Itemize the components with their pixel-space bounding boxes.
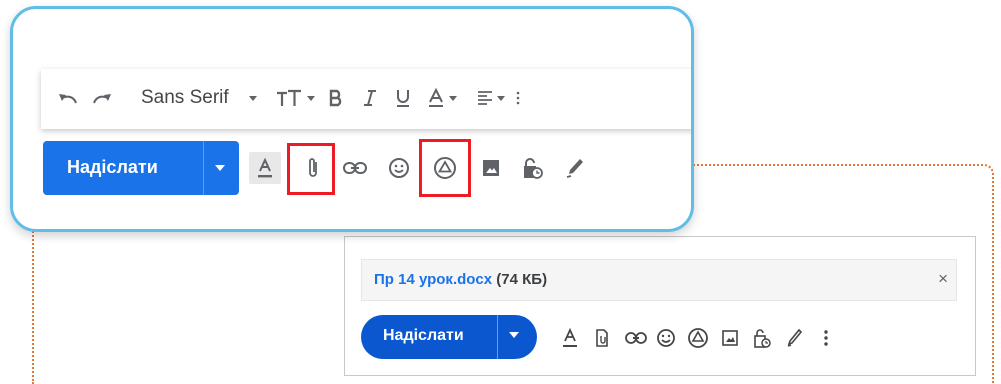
toolbar-callout: Sans Serif Надіслати bbox=[10, 6, 694, 232]
more-options-icon[interactable] bbox=[813, 325, 839, 351]
attach-highlight bbox=[287, 143, 335, 195]
send-button-group[interactable]: Надіслати bbox=[43, 141, 239, 195]
formatting-options-icon[interactable] bbox=[249, 152, 281, 184]
send-button-group[interactable]: Надіслати bbox=[361, 315, 537, 359]
drive-highlight bbox=[419, 139, 471, 197]
send-divider bbox=[497, 315, 498, 359]
signature-pen-icon[interactable] bbox=[781, 325, 807, 351]
more-send-options-icon[interactable] bbox=[215, 165, 225, 171]
insert-link-icon[interactable] bbox=[339, 152, 371, 184]
send-divider bbox=[203, 141, 204, 195]
confidential-mode-icon[interactable] bbox=[517, 152, 549, 184]
emoji-icon[interactable] bbox=[653, 325, 679, 351]
text-size-icon[interactable] bbox=[275, 83, 315, 113]
insert-photo-icon[interactable] bbox=[475, 152, 507, 184]
more-send-options-icon[interactable] bbox=[509, 332, 519, 338]
italic-icon[interactable] bbox=[363, 83, 377, 113]
bold-icon[interactable] bbox=[329, 83, 343, 113]
remove-attachment-button[interactable]: × bbox=[938, 269, 948, 289]
attachment-name[interactable]: Пр 14 урок.docx (74 КБ) bbox=[374, 271, 547, 288]
underline-icon[interactable] bbox=[395, 83, 411, 113]
emoji-icon[interactable] bbox=[383, 152, 415, 184]
undo-icon[interactable] bbox=[57, 83, 79, 113]
formatting-toolbar: Sans Serif bbox=[41, 69, 691, 129]
compose-panel: Пр 14 урок.docx (74 КБ) × Надіслати bbox=[344, 236, 976, 376]
attachment-size: (74 КБ) bbox=[496, 271, 548, 288]
numbered-list-icon[interactable] bbox=[515, 83, 521, 113]
redo-icon[interactable] bbox=[91, 83, 113, 113]
confidential-mode-icon[interactable] bbox=[749, 325, 775, 351]
signature-pen-icon[interactable] bbox=[559, 152, 591, 184]
attach-file-icon[interactable] bbox=[589, 325, 615, 351]
formatting-options-icon[interactable] bbox=[557, 325, 583, 351]
attachment-chip[interactable]: Пр 14 урок.docx (74 КБ) × bbox=[361, 259, 957, 301]
insert-link-icon[interactable] bbox=[623, 325, 649, 351]
font-family-select[interactable]: Sans Serif bbox=[141, 83, 229, 113]
google-drive-icon[interactable] bbox=[685, 325, 711, 351]
insert-photo-icon[interactable] bbox=[717, 325, 743, 351]
send-button[interactable]: Надіслати bbox=[383, 327, 464, 345]
text-color-icon[interactable] bbox=[427, 83, 457, 113]
font-family-chevron-down-icon[interactable] bbox=[249, 83, 257, 113]
align-icon[interactable] bbox=[477, 83, 505, 113]
send-button[interactable]: Надіслати bbox=[67, 157, 158, 178]
